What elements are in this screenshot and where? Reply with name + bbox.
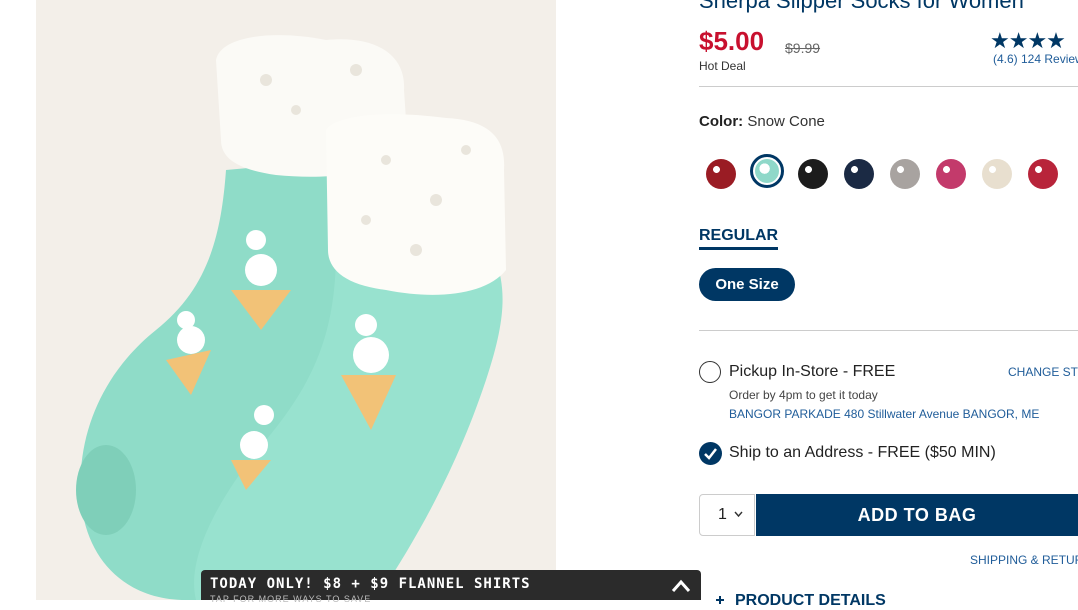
swatch-grey-print[interactable] (890, 159, 920, 189)
change-store-link[interactable]: CHANGE STORE (1008, 365, 1078, 379)
swatch-snow-cone[interactable] (750, 154, 784, 188)
color-label: Color: (699, 113, 744, 130)
promo-subtitle: TAP FOR MORE WAYS TO SAVE (210, 594, 372, 604)
quantity-select[interactable]: 1 (699, 494, 755, 536)
reviews-link[interactable]: (4.6) 124 Reviews (993, 52, 1078, 66)
promo-banner[interactable]: TODAY ONLY! $8 + $9 FLANNEL SHIRTS TAP F… (201, 570, 701, 604)
pickup-radio[interactable] (699, 361, 721, 383)
sock-illustration (36, 0, 556, 600)
product-image[interactable] (36, 0, 556, 600)
quantity-value: 1 (718, 506, 727, 523)
product-title: Sherpa Slipper Socks for Women (699, 0, 1024, 13)
rating-stars: ★★★★ (990, 28, 1066, 53)
sale-price: $5.00 (699, 26, 765, 56)
chevron-up-icon[interactable] (671, 579, 691, 593)
deal-label: Hot Deal (699, 59, 746, 73)
original-price: $9.99 (785, 40, 821, 56)
product-details-toggle[interactable]: PRODUCT DETAILS (735, 592, 886, 610)
promo-title: TODAY ONLY! $8 + $9 FLANNEL SHIRTS (210, 576, 531, 592)
shipping-returns-link[interactable]: SHIPPING & RETURNS (970, 553, 1078, 567)
selected-color-name: Snow Cone (747, 113, 825, 130)
swatch-pink-print[interactable] (936, 159, 966, 189)
divider (699, 330, 1078, 331)
store-address-link[interactable]: BANGOR PARKADE 480 Stillwater Avenue BAN… (729, 407, 1039, 421)
ship-label[interactable]: Ship to an Address - FREE ($50 MIN) (729, 444, 996, 462)
swatch-black-red[interactable] (798, 159, 828, 189)
plus-icon (716, 596, 724, 604)
color-label-row: Color: Snow Cone (699, 113, 825, 130)
ship-checkbox[interactable] (699, 442, 722, 465)
add-to-bag-button[interactable]: ADD TO BAG (756, 494, 1078, 536)
swatch-red-plaid[interactable] (706, 159, 736, 189)
size-category-tab[interactable]: REGULAR (699, 227, 779, 250)
size-option-one-size[interactable]: One Size (699, 268, 795, 301)
check-icon (704, 448, 717, 460)
order-by-note: Order by 4pm to get it today (729, 388, 878, 402)
swatch-navy-print[interactable] (844, 159, 874, 189)
chevron-down-icon (734, 511, 743, 518)
divider (699, 86, 1078, 87)
pickup-label[interactable]: Pickup In-Store - FREE (729, 363, 895, 381)
swatch-cream-print[interactable] (982, 159, 1012, 189)
swatch-red-print[interactable] (1028, 159, 1058, 189)
